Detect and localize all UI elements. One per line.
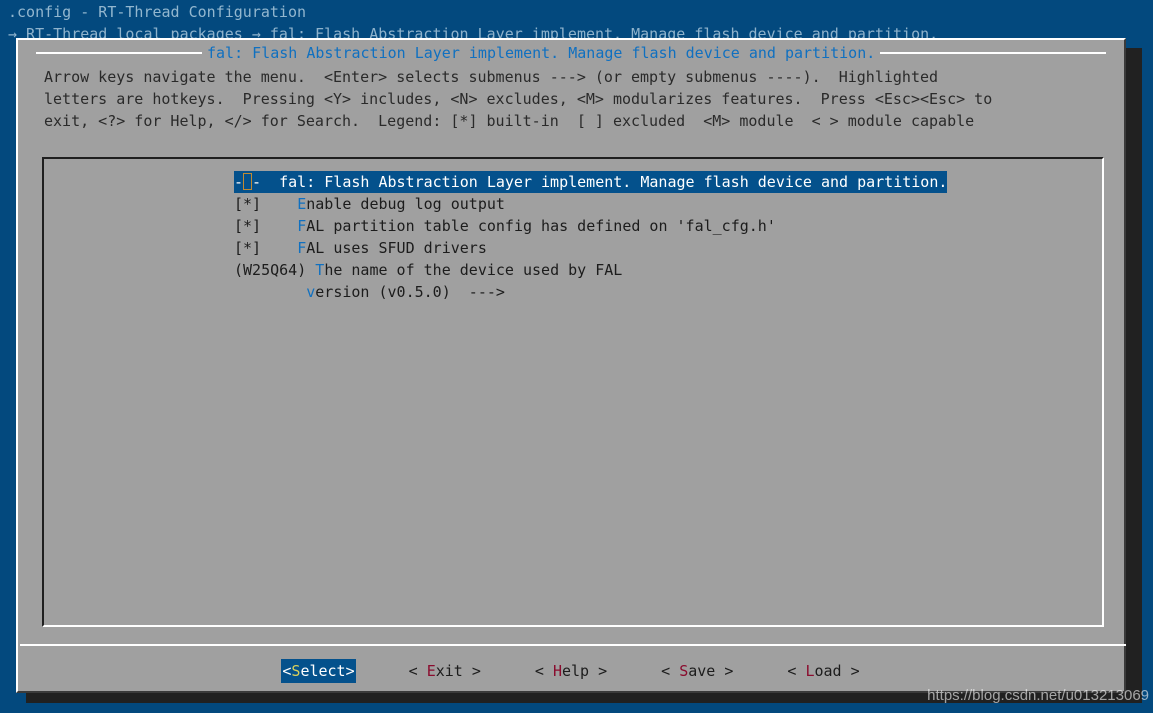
dialog-title-row: fal: Flash Abstraction Layer implement. … [18,42,1124,64]
menuconfig-dialog: fal: Flash Abstraction Layer implement. … [16,38,1126,693]
menu-item-tag: [*] [234,195,262,213]
button-label: xit > [435,662,481,680]
terminal-screen: .config - RT-Thread Configuration → RT-T… [0,0,1153,713]
menu-item[interactable]: v ersion (v0.5.0) ---> [234,281,505,303]
button-label: elp > [561,662,608,680]
button-bracket-left: < [787,662,806,680]
help-legend-text: Arrow keys navigate the menu. <Enter> se… [44,66,1114,132]
menu-listbox[interactable]: -- fal: Flash Abstraction Layer implemen… [42,157,1104,627]
button-label: ave > [688,662,734,680]
button-hotkey: E [426,662,436,680]
title-rule-left [36,52,202,54]
menu-item-selected[interactable]: -- fal: Flash Abstraction Layer implemen… [234,171,948,193]
menu-item-indent [261,237,297,259]
button-label: oad > [814,662,860,680]
button-select[interactable]: <Select> [281,659,356,683]
menu-item-tag: [*] [234,217,262,235]
menu-item-indent [261,215,297,237]
menu-item-hotkey: T [315,261,325,279]
menu-item-hotkey: F [297,239,307,257]
button-exit[interactable]: < Exit > [408,659,482,683]
menu-item-label: fal: Flash Abstraction Layer implement. … [279,173,948,191]
menu-item[interactable]: (W25Q64) The name of the device used by … [234,259,622,281]
menu-item-hotkey: F [297,217,307,235]
button-bar: <Select> < Exit > < Help > < Save > < Load > [18,658,1124,684]
menu-item-label: nable debug log output [306,195,505,213]
button-load[interactable]: < Load > [786,659,860,683]
menu-item-label: AL partition table config has defined on… [306,217,776,235]
button-save[interactable]: < Save > [660,659,734,683]
menu-item-indent [261,193,297,215]
menu-item-indent [261,171,279,193]
help-line: exit, <?> for Help, </> for Search. Lege… [44,112,975,130]
window-title: .config - RT-Thread Configuration [8,3,307,21]
button-bracket-left: < [408,662,427,680]
menu-item-hotkey: v [306,283,316,301]
menu-item-hotkey: E [297,195,307,213]
button-bracket-left: < [661,662,680,680]
menu-item[interactable]: [*] F AL uses SFUD drivers [234,237,487,259]
menu-item-tag: (W25Q64) [234,261,307,279]
title-rule-right [880,52,1106,54]
button-hotkey: S [679,662,689,680]
menu-item-label: AL uses SFUD drivers [306,239,487,257]
text-cursor [243,173,253,190]
menu-item-indent [306,259,315,281]
watermark: https://blog.csdn.net/u013213069 [927,687,1149,704]
help-line: letters are hotkeys. Pressing <Y> includ… [44,90,993,108]
button-separator [20,644,1126,646]
help-line: Arrow keys navigate the menu. <Enter> se… [44,68,939,86]
button-label: elect> [300,662,355,680]
menu-item-label: ersion (v0.5.0) ---> [315,283,505,301]
menu-item[interactable]: [*] Enable debug log output [234,193,505,215]
button-bracket-left: < [534,662,553,680]
menu-item-tag: [*] [234,239,262,257]
button-help[interactable]: < Help > [534,659,608,683]
dialog-title: fal: Flash Abstraction Layer implement. … [207,44,876,62]
button-hotkey: H [552,662,562,680]
menu-item-label: he name of the device used by FAL [324,261,623,279]
menu-item-indent [234,281,306,303]
menu-item-tag: -- [234,173,262,191]
menu-item[interactable]: [*] F AL partition table config has defin… [234,215,776,237]
